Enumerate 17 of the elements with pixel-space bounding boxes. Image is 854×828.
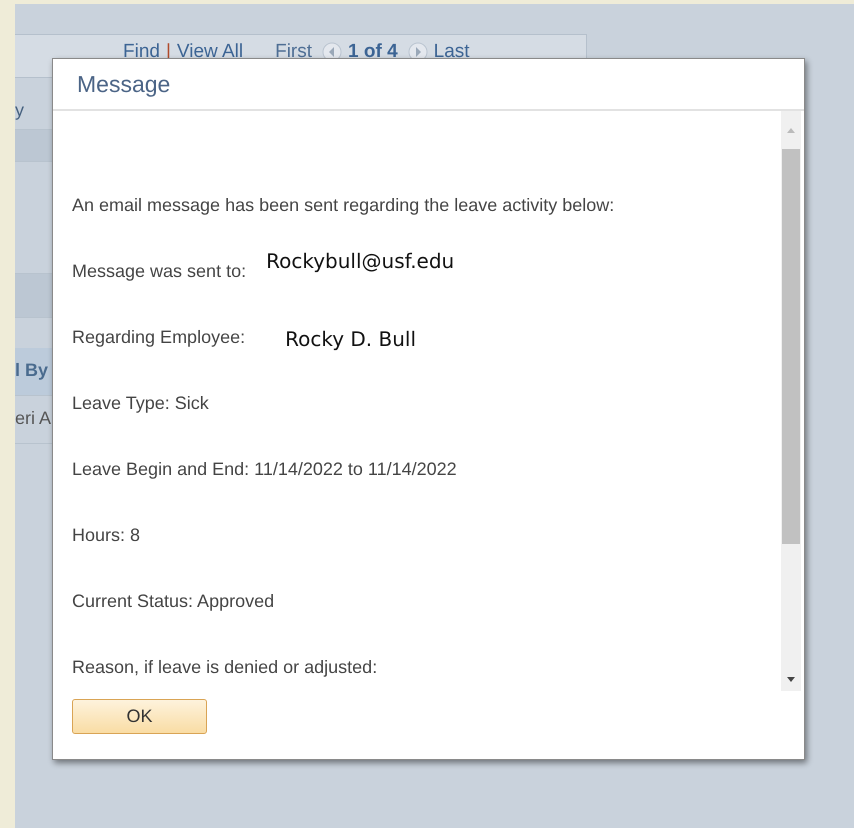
table-row-background xyxy=(15,274,55,318)
message-text: Leave Begin and End: 11/14/2022 to 11/14/2022 xyxy=(72,459,458,481)
message-text: Current Status: Approved xyxy=(72,591,276,613)
message-text: Leave Type: Sick xyxy=(72,393,210,415)
scrollbar[interactable] xyxy=(781,111,801,691)
ok-button[interactable]: OK xyxy=(72,699,207,734)
field-value: Rocky D. Bull xyxy=(285,327,416,351)
field-label: Regarding Employee: xyxy=(72,327,246,348)
field-value: Rockybull@usf.edu xyxy=(266,249,454,273)
table-row-background xyxy=(15,130,55,162)
column-header: l By xyxy=(15,348,55,396)
field-label: Message was sent to: xyxy=(72,261,246,282)
message-text: Reason, if leave is denied or adjusted: xyxy=(72,657,378,679)
message-text: An email message has been sent regarding the leave activity below: xyxy=(72,195,616,217)
page-counter: 1 of 4 xyxy=(348,41,398,63)
dialog-title: Message xyxy=(77,70,170,98)
message-text: Hours: 8 xyxy=(72,525,142,547)
